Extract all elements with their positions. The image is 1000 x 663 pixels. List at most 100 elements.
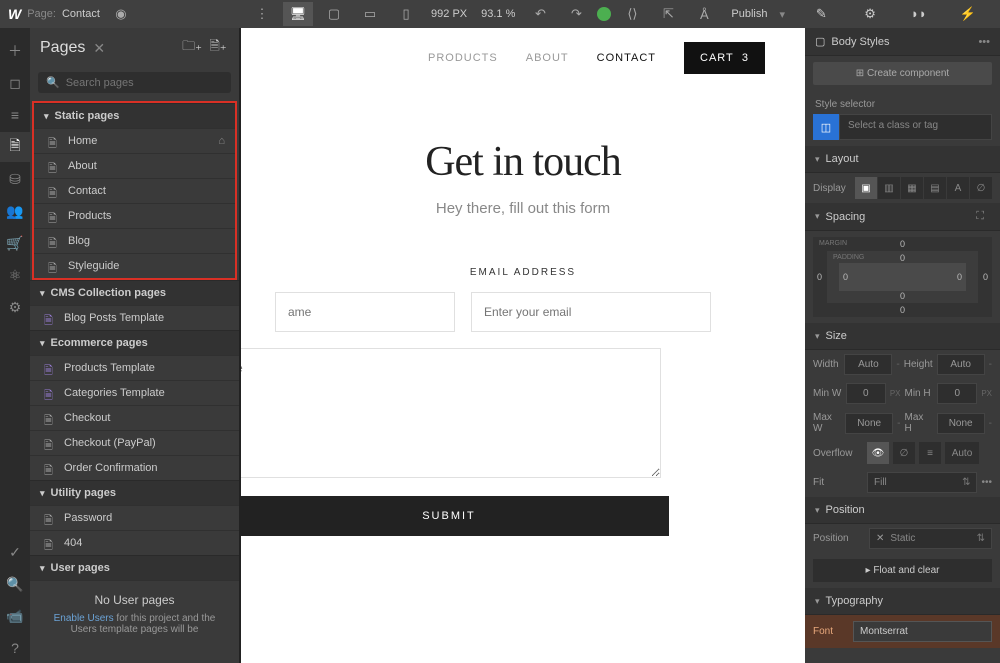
size-header[interactable]: Size [805,323,1000,350]
page-icon: 🗎 [48,235,60,247]
overflow-auto[interactable]: Auto [945,442,979,464]
database-icon[interactable]: ⛁ [0,164,30,194]
page-row[interactable]: 🗎Products Template [30,355,239,380]
drops-icon[interactable]: ◗◗ [900,6,938,22]
fit-select[interactable]: Fill⇅ [867,472,977,493]
minh-input[interactable] [937,383,977,404]
nav-contact[interactable]: CONTACT [597,52,656,64]
undo-icon[interactable]: ↶ [525,2,555,26]
display-grid-icon[interactable]: ▦ [901,177,923,199]
maxw-input[interactable] [845,413,893,434]
new-page-icon[interactable]: 🗎₊ [207,37,229,59]
message-textarea[interactable] [240,348,661,478]
share-icon[interactable]: Å [689,2,719,26]
create-component-button[interactable]: ⊞ Create component [813,62,992,85]
selector-input[interactable]: Select a class or tag [839,114,992,140]
overflow-hidden-icon[interactable]: ∅ [893,442,915,464]
help-icon[interactable]: ? [0,633,30,663]
page-name[interactable]: Contact [62,8,100,20]
display-flex-icon[interactable]: ▥ [878,177,900,199]
nav-about[interactable]: ABOUT [526,52,569,64]
search-box[interactable]: 🔍 [38,72,231,93]
section-cms[interactable]: CMS Collection pages [30,280,239,305]
video-icon[interactable]: 📹 [0,601,30,631]
display-none-icon[interactable]: ∅ [970,177,992,199]
display-inline-block-icon[interactable]: ▤ [924,177,946,199]
redo-icon[interactable]: ↷ [561,2,591,26]
page-row[interactable]: 🗎About [34,153,235,178]
pages-icon[interactable]: 🗎 [0,132,30,162]
page-icon: 🗎 [48,135,60,147]
nav-cart[interactable]: CART 3 [684,42,765,74]
page-row[interactable]: 🗎Styleguide [34,253,235,278]
search-input[interactable] [66,77,223,89]
selector-icon[interactable]: ◫ [813,114,839,140]
width-input[interactable] [844,354,892,375]
mobile-view-icon[interactable]: ▯ [391,2,421,26]
page-row[interactable]: 🗎Checkout (PayPal) [30,430,239,455]
section-static[interactable]: Static pages [34,103,235,128]
float-clear-button[interactable]: ▸ Float and clear [813,559,992,582]
maxh-input[interactable] [937,413,985,434]
page-row[interactable]: 🗎Blog [34,228,235,253]
nav-products[interactable]: PRODUCTS [428,52,498,64]
add-icon[interactable]: ＋ [0,36,30,66]
spacing-expand-icon[interactable]: ⛶ [976,210,990,223]
settings-icon[interactable]: ⚙ [851,6,889,22]
page-row[interactable]: 🗎Order Confirmation [30,455,239,480]
display-block-icon[interactable]: ▣ [855,177,877,199]
page-row[interactable]: 🗎Contact [34,178,235,203]
body-styles-header[interactable]: ▢Body Styles••• [805,28,1000,56]
page-row[interactable]: 🗎Blog Posts Template [30,305,239,330]
cart-icon[interactable]: 🛒 [0,228,30,258]
apps-icon[interactable]: ⚛ [0,260,30,290]
font-select[interactable]: Montserrat [853,621,992,642]
check-icon[interactable]: ✓ [0,537,30,567]
close-icon[interactable]: ✕ [93,40,105,57]
desktop-view-icon[interactable]: 🖥 [283,2,313,26]
dots-icon[interactable]: ⋮ [247,2,277,26]
bolt-icon[interactable]: ⚡ [949,6,987,22]
position-select[interactable]: ✕Static⇅ [869,528,992,549]
typography-header[interactable]: Typography [805,588,1000,615]
mobile-land-icon[interactable]: ▭ [355,2,385,26]
height-input[interactable] [937,354,985,375]
box-icon[interactable]: ◻ [0,68,30,98]
preview-icon[interactable]: ◉ [106,2,136,26]
layout-header[interactable]: Layout [805,146,1000,173]
section-ecom[interactable]: Ecommerce pages [30,330,239,355]
code-icon[interactable]: ⟨⟩ [617,2,647,26]
page-row[interactable]: 🗎Products [34,203,235,228]
list-icon[interactable]: ≡ [0,100,30,130]
search-icon[interactable]: 🔍 [0,569,30,599]
page-row[interactable]: 🗎Checkout [30,405,239,430]
submit-button[interactable]: SUBMIT [240,496,669,536]
display-label: Display [813,183,851,194]
gear-icon[interactable]: ⚙ [0,292,30,322]
email-input[interactable] [471,292,711,332]
users-icon[interactable]: 👥 [0,196,30,226]
page-row[interactable]: 🗎Categories Template [30,380,239,405]
w-logo-icon[interactable]: W [8,6,21,22]
new-folder-icon[interactable]: 🗀₊ [181,37,203,59]
export-icon[interactable]: ⇱ [653,2,683,26]
name-input[interactable] [275,292,455,332]
spacing-box-model[interactable]: MARGIN PADDING 0 0 0 0 0 0 0 0 [813,237,992,317]
status-ok-icon[interactable] [597,7,611,21]
display-inline-icon[interactable]: A [947,177,969,199]
section-user[interactable]: User pages [30,555,239,580]
spacing-header[interactable]: Spacing⛶ [805,203,1000,231]
overflow-scroll-icon[interactable]: ≡ [919,442,941,464]
page-row[interactable]: 🗎Password [30,505,239,530]
overflow-visible-icon[interactable]: 👁 [867,442,889,464]
position-header[interactable]: Position [805,497,1000,524]
minw-input[interactable] [846,383,886,404]
brush-icon[interactable]: ✎ [802,6,840,22]
publish-button[interactable]: Publish [725,8,773,20]
page-row[interactable]: 🗎Home⌂ [34,128,235,153]
menu-dots-icon[interactable]: ••• [978,36,990,48]
enable-users-link[interactable]: Enable Users [54,613,114,624]
tablet-view-icon[interactable]: ▢ [319,2,349,26]
section-utility[interactable]: Utility pages [30,480,239,505]
page-row[interactable]: 🗎404 [30,530,239,555]
